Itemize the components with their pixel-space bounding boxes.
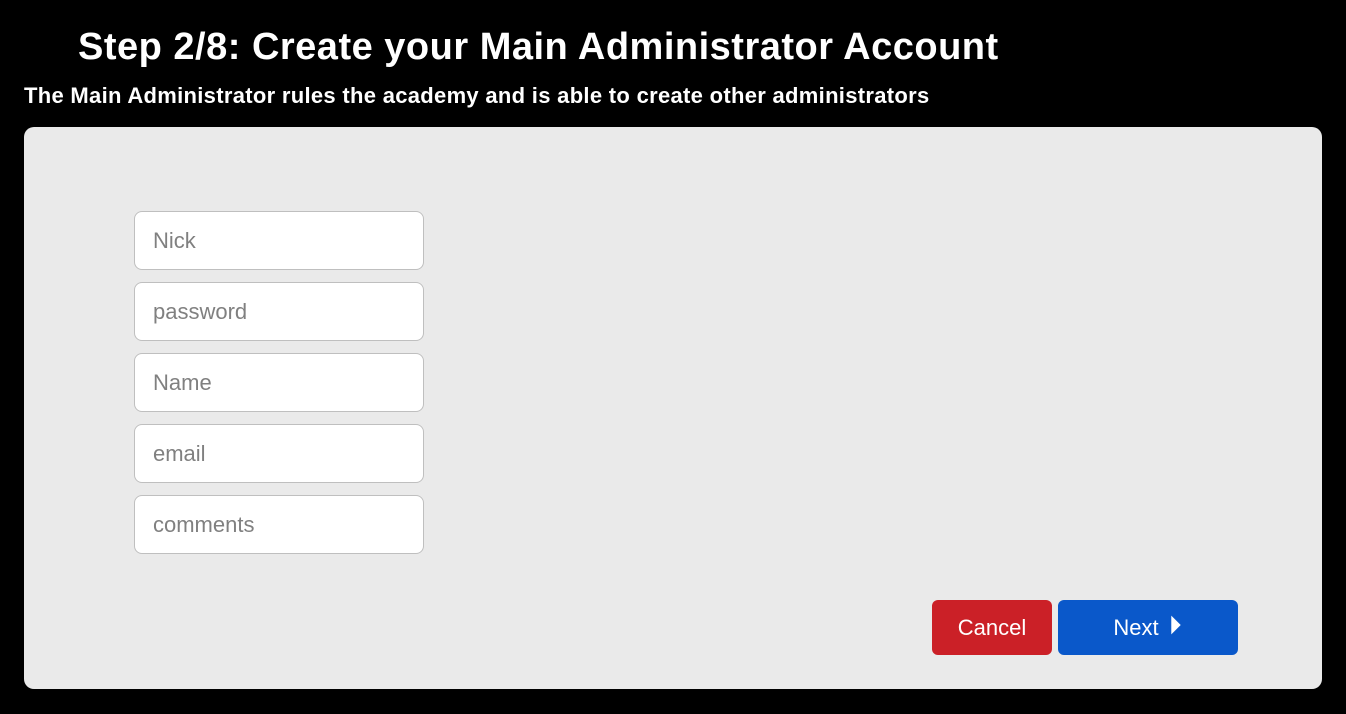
nick-input[interactable] xyxy=(134,211,424,270)
button-row: Cancel Next xyxy=(932,600,1238,655)
page-title: Step 2/8: Create your Main Administrator… xyxy=(78,26,1322,69)
cancel-button[interactable]: Cancel xyxy=(932,600,1052,655)
chevron-right-icon xyxy=(1169,614,1183,642)
password-input[interactable] xyxy=(134,282,424,341)
form-card: Cancel Next xyxy=(24,127,1322,689)
form-group xyxy=(134,211,424,554)
name-input[interactable] xyxy=(134,353,424,412)
email-input[interactable] xyxy=(134,424,424,483)
next-button[interactable]: Next xyxy=(1058,600,1238,655)
next-button-label: Next xyxy=(1113,615,1158,641)
comments-input[interactable] xyxy=(134,495,424,554)
page-subtitle: The Main Administrator rules the academy… xyxy=(24,83,1322,109)
